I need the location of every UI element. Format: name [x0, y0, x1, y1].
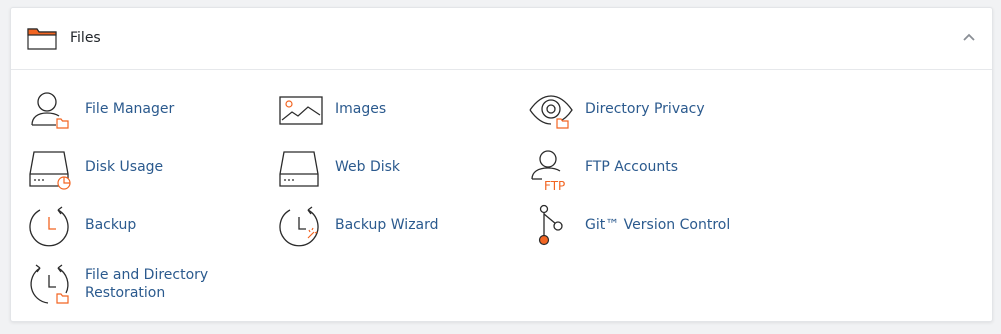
backup-wizard-label: Backup Wizard — [335, 217, 439, 233]
ftp-accounts-link[interactable]: FTP FTP Accounts — [528, 146, 728, 192]
file-manager-label: File Manager — [85, 101, 175, 117]
web-disk-icon — [278, 146, 324, 192]
web-disk-label: Web Disk — [335, 159, 401, 175]
ftp-accounts-icon: FTP — [528, 146, 574, 192]
ftp-accounts-label: FTP Accounts — [585, 159, 679, 175]
disk-usage-label: Disk Usage — [85, 159, 164, 175]
disk-usage-link[interactable]: Disk Usage — [28, 146, 228, 192]
images-label: Images — [335, 101, 387, 117]
backup-icon — [28, 204, 74, 250]
file-directory-restoration-icon — [28, 263, 74, 309]
git-version-control-label: Git™ Version Control — [585, 217, 731, 233]
web-disk-link[interactable]: Web Disk — [278, 146, 478, 192]
files-panel: Files File Manager Images Directory Priv… — [10, 7, 993, 322]
file-manager-link[interactable]: File Manager — [28, 88, 228, 134]
directory-privacy-link[interactable]: Directory Privacy — [528, 88, 748, 134]
file-manager-icon — [28, 88, 74, 134]
ftp-icon-text: FTP — [544, 179, 565, 192]
file-directory-restoration-link[interactable]: File and Directory Restoration — [28, 263, 248, 309]
disk-usage-icon — [28, 146, 74, 192]
backup-label: Backup — [85, 217, 137, 233]
git-version-control-link[interactable]: Git™ Version Control — [528, 204, 768, 250]
backup-link[interactable]: Backup — [28, 204, 228, 250]
images-link[interactable]: Images — [278, 88, 478, 134]
panel-title: Files — [70, 30, 101, 46]
file-directory-restoration-label-line2: Restoration — [85, 285, 166, 301]
images-icon — [278, 88, 324, 134]
backup-wizard-link[interactable]: Backup Wizard — [278, 204, 478, 250]
files-panel-header[interactable]: Files — [11, 8, 992, 70]
git-version-control-icon — [528, 204, 574, 250]
chevron-up-icon[interactable] — [962, 32, 976, 42]
folder-icon — [27, 26, 57, 50]
file-directory-restoration-label-line1: File and Directory — [85, 267, 209, 283]
directory-privacy-icon — [528, 88, 574, 134]
directory-privacy-label: Directory Privacy — [585, 101, 705, 117]
backup-wizard-icon — [278, 204, 324, 250]
